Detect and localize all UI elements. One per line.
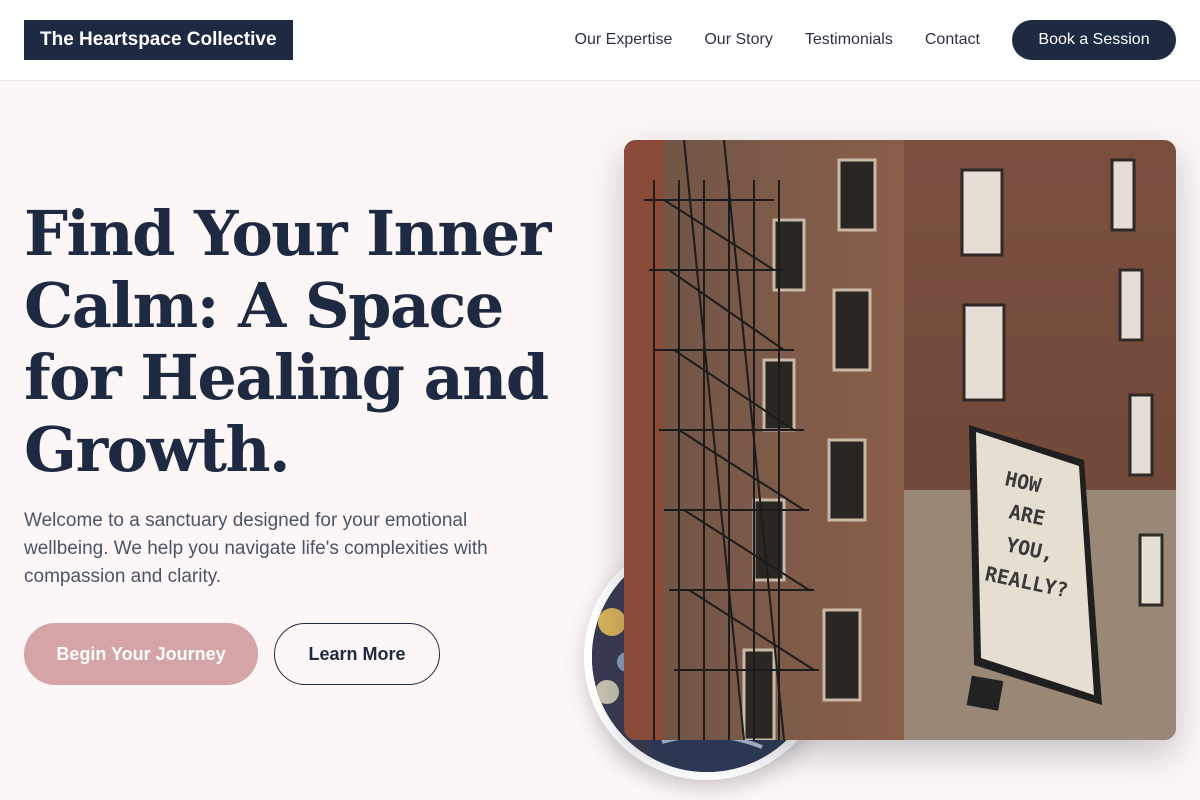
nav-link-our-story[interactable]: Our Story [704,28,772,52]
main-nav: Our Expertise Our Story Testimonials Con… [575,28,980,52]
nav-link-contact[interactable]: Contact [925,28,980,52]
hero-photo: HOW ARE YOU, REALLY? [624,140,1176,740]
nav-link-testimonials[interactable]: Testimonials [805,28,893,52]
site-logo[interactable]: The Heartspace Collective [24,20,293,60]
hero-subtitle: Welcome to a sanctuary designed for your… [24,510,488,587]
hero-title: Find Your Inner Calm: A Space for Healin… [24,197,551,486]
nav-link-our-expertise[interactable]: Our Expertise [575,28,673,52]
learn-more-button[interactable]: Learn More [274,623,440,685]
site-header: The Heartspace Collective Our Expertise … [0,0,1200,81]
book-session-button[interactable]: Book a Session [1012,20,1176,60]
begin-journey-button[interactable]: Begin Your Journey [24,623,258,685]
